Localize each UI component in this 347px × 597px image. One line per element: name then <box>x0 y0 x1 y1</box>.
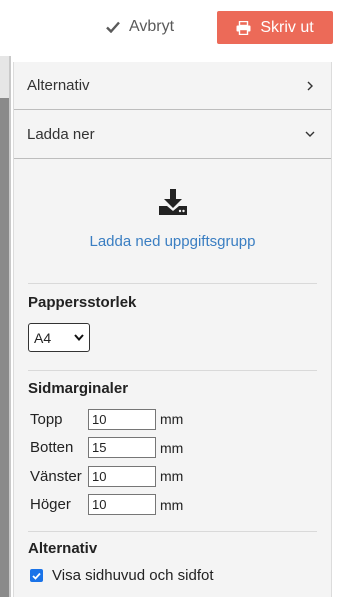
margin-label: Vänster <box>30 467 82 485</box>
checkmark-icon <box>32 572 41 580</box>
header-footer-checkbox[interactable] <box>30 569 43 582</box>
margin-row-top: Topp 10 mm <box>30 405 331 434</box>
accordion-alternativ[interactable]: Alternativ <box>14 62 331 110</box>
download-area: Ladda ned uppgiftsgrupp <box>14 159 331 283</box>
margin-unit: mm <box>160 496 184 513</box>
options-title: Alternativ <box>28 540 98 557</box>
margin-label: Botten <box>30 439 74 457</box>
checkmark-icon <box>106 21 120 33</box>
margin-unit: mm <box>160 439 184 456</box>
accordion-download[interactable]: Ladda ner <box>14 110 331 159</box>
cancel-label: Avbryt <box>129 18 175 35</box>
margin-row-right: Höger 10 mm <box>30 491 331 520</box>
print-button[interactable]: Skriv ut <box>217 11 333 44</box>
header-footer-option: Visa sidhuvud och sidfot <box>30 567 331 584</box>
margin-row-left: Vänster 10 mm <box>30 462 331 491</box>
top-toolbar: Avbryt Skriv ut <box>0 0 347 56</box>
paper-size-title: Pappersstorlek <box>28 294 137 311</box>
margin-label: Höger <box>30 496 71 514</box>
margin-bottom-input[interactable]: 15 <box>88 437 156 459</box>
download-task-group-link[interactable]: Ladda ned uppgiftsgrupp <box>90 233 256 250</box>
margin-top-input[interactable]: 10 <box>88 408 156 430</box>
chevron-down-icon <box>74 334 84 341</box>
print-settings-panel: Alternativ Ladda ner Ladda ned uppgiftsg… <box>13 62 332 597</box>
margin-row-bottom: Botten 15 mm <box>30 434 331 463</box>
margin-unit: mm <box>160 411 184 428</box>
paper-size-section: Pappersstorlek A4 <box>14 284 331 370</box>
print-label: Skriv ut <box>260 18 314 36</box>
paper-size-value: A4 <box>34 329 52 346</box>
margin-left-input[interactable]: 10 <box>88 465 156 487</box>
margin-right-input[interactable]: 10 <box>88 494 156 516</box>
accordion-download-label: Ladda ner <box>27 125 95 143</box>
paper-size-select[interactable]: A4 <box>28 323 90 352</box>
cancel-button[interactable]: Avbryt <box>106 14 174 40</box>
accordion-alternativ-label: Alternativ <box>27 77 90 94</box>
margin-unit: mm <box>160 468 184 485</box>
margins-title: Sidmarginaler <box>28 380 129 397</box>
chevron-right-icon <box>307 81 313 90</box>
page-preview-edge <box>0 56 11 597</box>
download-icon[interactable] <box>158 189 188 217</box>
chevron-down-icon <box>305 131 315 137</box>
preview-shadow <box>9 56 11 597</box>
options-section: Alternativ Visa sidhuvud och sidfot <box>14 532 331 584</box>
margins-section: Sidmarginaler Topp 10 mm Botten 15 mm Vä… <box>14 371 331 531</box>
margin-label: Topp <box>30 410 63 428</box>
header-footer-label: Visa sidhuvud och sidfot <box>52 567 214 584</box>
printer-icon <box>236 20 251 35</box>
